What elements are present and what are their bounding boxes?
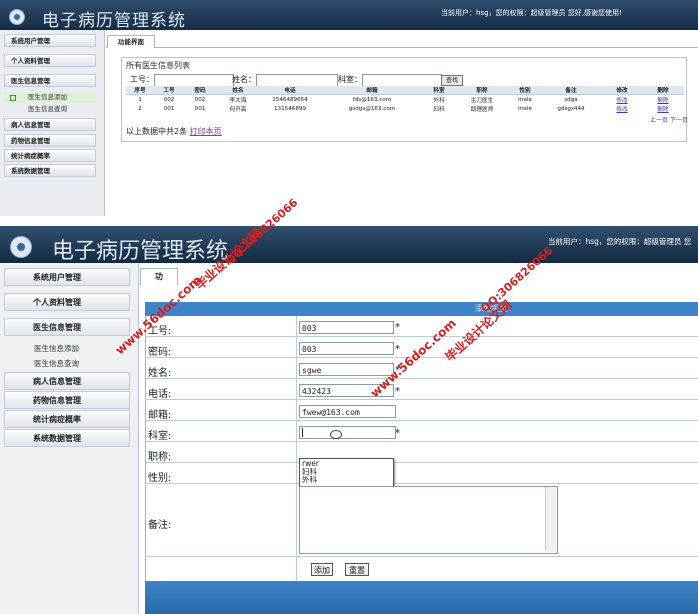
svg-text:www.56doc.com: www.56doc.com	[113, 273, 204, 357]
svg-text:QQ:306826066: QQ:306826066	[223, 196, 300, 267]
svg-text:QQ:306826066: QQ:306826066	[478, 244, 555, 315]
watermark: 毕业设计论文网 QQ:306826066 www.56doc.com 毕业设计论…	[113, 196, 556, 400]
svg-text:www.56doc.com: www.56doc.com	[368, 316, 459, 400]
